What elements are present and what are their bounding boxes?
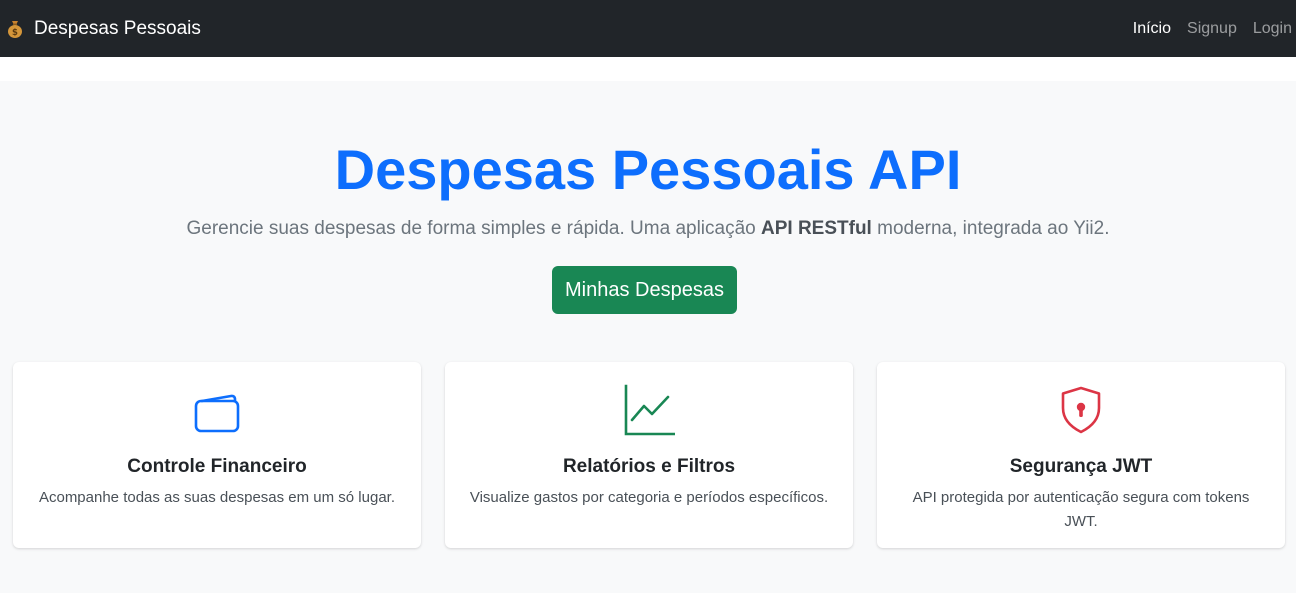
hero-lead-highlight: API RESTful	[761, 218, 872, 239]
hero-lead-text-start: Gerencie suas despesas de forma simples …	[186, 218, 761, 239]
graph-up-icon	[445, 384, 853, 436]
feature-title: Controle Financeiro	[127, 456, 307, 477]
svg-text:$: $	[12, 28, 18, 38]
feature-card-financial-control: Controle Financeiro Acompanhe todas as s…	[13, 362, 421, 548]
feature-card-reports-filters: Relatórios e Filtros Visualize gastos po…	[445, 362, 853, 548]
feature-description: API protegida por autenticação segura co…	[912, 489, 1250, 530]
nav-link-signup[interactable]: Signup	[1187, 20, 1237, 38]
nav-link-inicio[interactable]: Início	[1133, 20, 1171, 38]
feature-description: Acompanhe todas as suas despesas em um s…	[38, 489, 396, 506]
shield-lock-icon	[877, 384, 1285, 436]
hero-lead-text-end: moderna, integrada ao Yii2.	[871, 218, 1110, 239]
feature-title: Segurança JWT	[1009, 456, 1153, 477]
hero-section: Despesas Pessoais API Gerencie suas desp…	[0, 81, 1296, 593]
nav-links: Início Signup Login	[1117, 20, 1292, 38]
hero-lead: Gerencie suas despesas de forma simples …	[0, 216, 1296, 242]
feature-title: Relatórios e Filtros	[562, 456, 736, 477]
navbar-brand[interactable]: $ Despesas Pessoais	[5, 18, 201, 40]
hero-title: Despesas Pessoais API	[334, 138, 962, 201]
brand-label: Despesas Pessoais	[34, 17, 201, 39]
top-navbar: $ Despesas Pessoais Início Signup Login	[0, 0, 1296, 57]
my-expenses-button[interactable]: Minhas Despesas	[552, 266, 737, 314]
money-bag-icon: $	[5, 19, 25, 39]
nav-link-login[interactable]: Login	[1253, 20, 1292, 38]
wallet-icon	[13, 384, 421, 436]
feature-card-jwt-security: Segurança JWT API protegida por autentic…	[877, 362, 1285, 548]
feature-description: Visualize gastos por categoria e período…	[469, 489, 829, 506]
